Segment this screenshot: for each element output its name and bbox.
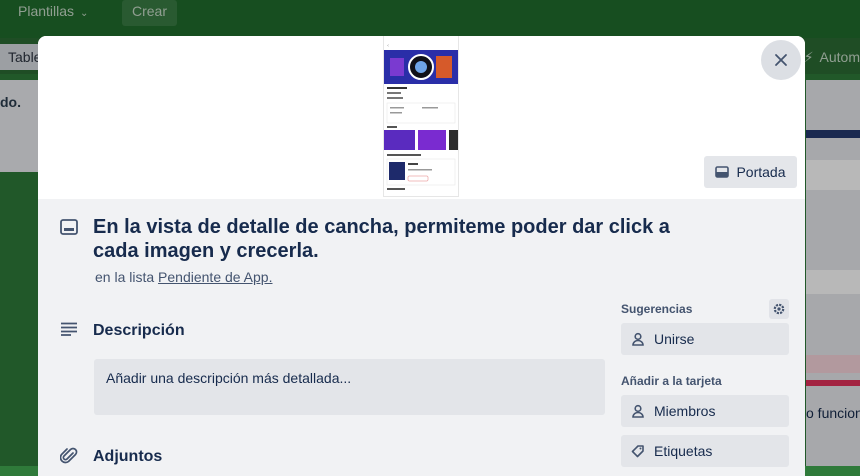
labels-button-label: Etiquetas — [654, 443, 713, 459]
labels-button[interactable]: Etiquetas — [621, 435, 789, 467]
person-icon — [632, 404, 644, 418]
join-button[interactable]: Unirse — [621, 323, 789, 355]
card-cover: ‹ Portada — [38, 36, 805, 199]
gear-icon — [773, 303, 785, 315]
members-button[interactable]: Miembros — [621, 395, 789, 427]
description-heading: Descripción — [93, 322, 185, 339]
person-icon — [632, 332, 644, 346]
card-title[interactable]: En la vista de detalle de cancha, permit… — [93, 215, 713, 263]
add-to-card-label: Añadir a la tarjeta — [621, 374, 722, 388]
card-icon — [60, 219, 78, 240]
paperclip-icon — [59, 447, 78, 470]
close-icon — [775, 54, 787, 66]
app-screenshot-thumbnail: ‹ — [384, 36, 458, 196]
card-detail-modal: ‹ Portada En la vista de detalle de canc… — [38, 36, 805, 476]
description-placeholder: Añadir una descripción más detallada... — [106, 370, 352, 386]
description-input[interactable]: Añadir una descripción más detallada... — [94, 359, 605, 415]
list-location: en la lista Pendiente de App. — [95, 269, 272, 285]
tag-icon — [631, 445, 644, 458]
attachments-heading: Adjuntos — [93, 448, 163, 465]
cover-button[interactable]: Portada — [704, 156, 797, 188]
suggestions-settings-button[interactable] — [769, 299, 789, 319]
cover-image[interactable]: ‹ — [384, 36, 458, 196]
members-button-label: Miembros — [654, 403, 716, 419]
list-prefix: en la lista — [95, 269, 155, 285]
cover-button-label: Portada — [736, 164, 786, 180]
close-button[interactable] — [761, 40, 801, 80]
suggestions-label: Sugerencias — [621, 302, 693, 316]
join-button-label: Unirse — [654, 331, 695, 347]
svg-text:‹: ‹ — [387, 43, 389, 49]
list-link[interactable]: Pendiente de App. — [158, 269, 272, 285]
cover-icon — [715, 166, 730, 178]
description-icon — [60, 322, 78, 341]
